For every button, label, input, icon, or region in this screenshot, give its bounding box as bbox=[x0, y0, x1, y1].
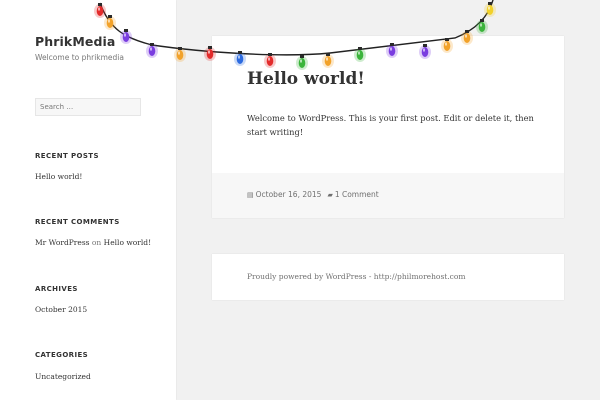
recent-comments-heading: RECENT COMMENTS bbox=[35, 218, 120, 226]
comment-post-link[interactable]: Hello world! bbox=[104, 238, 151, 247]
site-description: Welcome to phrikmedia bbox=[35, 53, 124, 62]
site-footer: Proudly powered by WordPress - http://ph… bbox=[212, 254, 564, 300]
post-comments[interactable]: ▰ 1 Comment bbox=[327, 190, 378, 199]
site-title[interactable]: PhrikMedia bbox=[35, 34, 115, 49]
recent-comment-item: Mr WordPress on Hello world! bbox=[35, 238, 151, 247]
comment-author-link[interactable]: Mr WordPress bbox=[35, 238, 90, 247]
light-bulb bbox=[476, 19, 488, 34]
comment-on-text: on bbox=[91, 238, 102, 247]
recent-posts-heading: RECENT POSTS bbox=[35, 152, 99, 160]
post-title[interactable]: Hello world! bbox=[247, 69, 365, 89]
calendar-icon: ▤ bbox=[247, 190, 254, 199]
category-link[interactable]: Uncategorized bbox=[35, 372, 91, 381]
archive-link[interactable]: October 2015 bbox=[35, 305, 87, 314]
archives-heading: ARCHIVES bbox=[35, 285, 78, 293]
footer-credit[interactable]: Proudly powered by WordPress - http://ph… bbox=[247, 272, 466, 281]
post-comments-label: 1 Comment bbox=[334, 190, 379, 199]
post-meta: ▤ October 16, 2015 ▰ 1 Comment bbox=[247, 190, 379, 199]
search-input[interactable]: Search … bbox=[35, 98, 141, 116]
post-card: Hello world! Welcome to WordPress. This … bbox=[212, 36, 564, 218]
light-bulb bbox=[484, 2, 496, 17]
recent-post-link[interactable]: Hello world! bbox=[35, 172, 82, 181]
post-date[interactable]: ▤ October 16, 2015 bbox=[247, 190, 321, 199]
post-content: Welcome to WordPress. This is your first… bbox=[247, 113, 534, 137]
sidebar: PhrikMedia Welcome to phrikmedia Search … bbox=[0, 0, 176, 400]
categories-heading: CATEGORIES bbox=[35, 351, 89, 359]
comment-icon: ▰ bbox=[327, 190, 333, 199]
post-date-label: October 16, 2015 bbox=[255, 190, 322, 199]
